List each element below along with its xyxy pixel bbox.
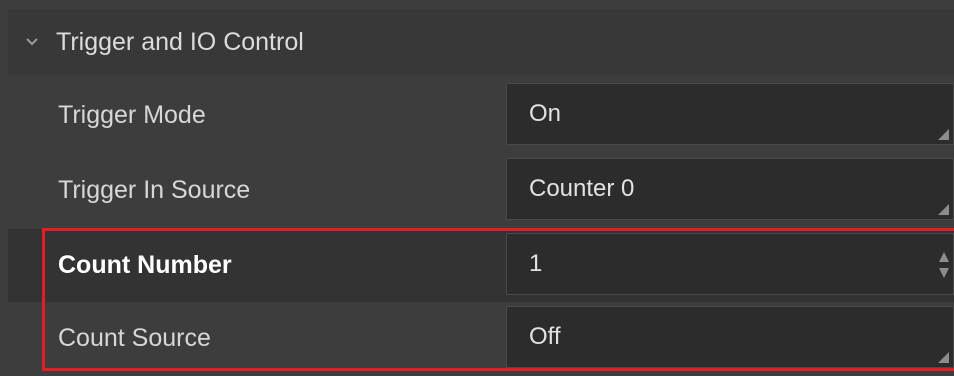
properties-panel: Trigger and IO Control Trigger Mode On T…	[0, 0, 954, 376]
row-count-number: Count Number 1	[8, 229, 954, 302]
section-header-trigger-io[interactable]: Trigger and IO Control	[8, 9, 954, 75]
row-trigger-mode: Trigger Mode On	[8, 79, 954, 152]
chevron-down-icon[interactable]	[20, 30, 44, 54]
count-number-input[interactable]: 1	[506, 233, 954, 295]
trigger-mode-label: Trigger Mode	[58, 101, 206, 129]
count-number-value: 1	[529, 250, 543, 277]
trigger-in-source-dropdown[interactable]: Counter 0	[506, 158, 954, 220]
count-source-label: Count Source	[58, 324, 211, 352]
count-source-dropdown[interactable]: Off	[506, 306, 954, 368]
row-trigger-in-source: Trigger In Source Counter 0	[8, 154, 954, 227]
trigger-mode-dropdown[interactable]: On	[506, 83, 954, 145]
trigger-in-source-label: Trigger In Source	[58, 176, 251, 204]
spinner-arrows-icon[interactable]	[938, 250, 950, 280]
trigger-in-source-value: Counter 0	[529, 175, 635, 202]
count-source-value: Off	[529, 323, 561, 350]
dropdown-arrow-icon[interactable]	[938, 129, 949, 140]
section-title: Trigger and IO Control	[56, 27, 304, 56]
row-count-source: Count Source Off	[8, 302, 954, 375]
trigger-mode-value: On	[529, 100, 562, 127]
dropdown-arrow-icon[interactable]	[938, 352, 949, 363]
dropdown-arrow-icon[interactable]	[938, 204, 949, 215]
count-number-label: Count Number	[58, 251, 232, 279]
